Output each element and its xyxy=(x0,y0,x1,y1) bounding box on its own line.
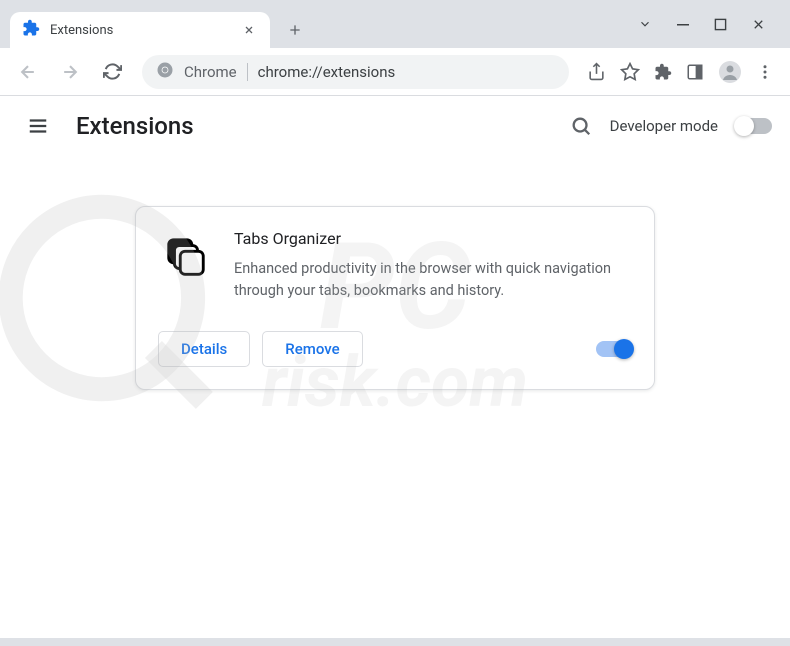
extension-name: Tabs Organizer xyxy=(234,229,632,248)
extension-enable-toggle[interactable] xyxy=(596,341,632,357)
window-controls xyxy=(638,0,790,48)
extensions-content: Tabs Organizer Enhanced productivity in … xyxy=(0,156,790,440)
extension-card: Tabs Organizer Enhanced productivity in … xyxy=(135,206,655,390)
minimize-button[interactable] xyxy=(676,17,690,31)
toggle-thumb xyxy=(614,339,634,359)
tab-title: Extensions xyxy=(50,23,113,38)
browser-tab[interactable]: Extensions xyxy=(10,12,270,48)
developer-mode-label: Developer mode xyxy=(610,117,718,135)
new-tab-button[interactable] xyxy=(280,15,310,45)
close-window-button[interactable] xyxy=(751,17,766,32)
close-tab-button[interactable] xyxy=(240,21,258,39)
tabs-area: Extensions xyxy=(0,12,310,48)
window-bottom-border xyxy=(0,638,790,646)
profile-avatar-icon[interactable] xyxy=(718,60,742,84)
extension-card-bottom: Details Remove xyxy=(158,331,632,367)
omnibox-chrome-label: Chrome xyxy=(184,63,237,81)
omnibox-divider xyxy=(247,63,248,81)
toolbar-actions xyxy=(581,60,780,84)
page-title: Extensions xyxy=(76,112,552,140)
browser-toolbar: Chrome chrome://extensions xyxy=(0,48,790,96)
extension-description: Enhanced productivity in the browser wit… xyxy=(234,258,632,303)
forward-button[interactable] xyxy=(52,54,88,90)
extension-puzzle-icon xyxy=(22,19,40,41)
search-button[interactable] xyxy=(570,115,592,137)
toggle-thumb xyxy=(734,116,754,136)
extension-card-top: Tabs Organizer Enhanced productivity in … xyxy=(158,229,632,303)
header-right: Developer mode xyxy=(570,115,772,137)
chrome-logo-icon xyxy=(156,61,174,83)
back-button[interactable] xyxy=(10,54,46,90)
bookmark-star-icon[interactable] xyxy=(620,62,640,82)
reload-button[interactable] xyxy=(94,54,130,90)
hamburger-menu-button[interactable] xyxy=(18,106,58,146)
maximize-button[interactable] xyxy=(714,18,727,31)
menu-dots-icon[interactable] xyxy=(756,63,774,81)
chevron-down-icon[interactable] xyxy=(638,17,652,31)
details-button[interactable]: Details xyxy=(158,331,250,367)
extension-icon xyxy=(158,229,214,285)
address-bar[interactable]: Chrome chrome://extensions xyxy=(142,55,569,89)
extension-info: Tabs Organizer Enhanced productivity in … xyxy=(234,229,632,303)
extensions-puzzle-icon[interactable] xyxy=(654,63,672,81)
window-titlebar: Extensions xyxy=(0,0,790,48)
share-icon[interactable] xyxy=(587,62,606,81)
remove-button[interactable]: Remove xyxy=(262,331,362,367)
side-panel-icon[interactable] xyxy=(686,63,704,81)
developer-mode-toggle[interactable] xyxy=(736,118,772,134)
omnibox-url: chrome://extensions xyxy=(258,63,396,81)
extensions-page-header: Extensions Developer mode xyxy=(0,96,790,156)
